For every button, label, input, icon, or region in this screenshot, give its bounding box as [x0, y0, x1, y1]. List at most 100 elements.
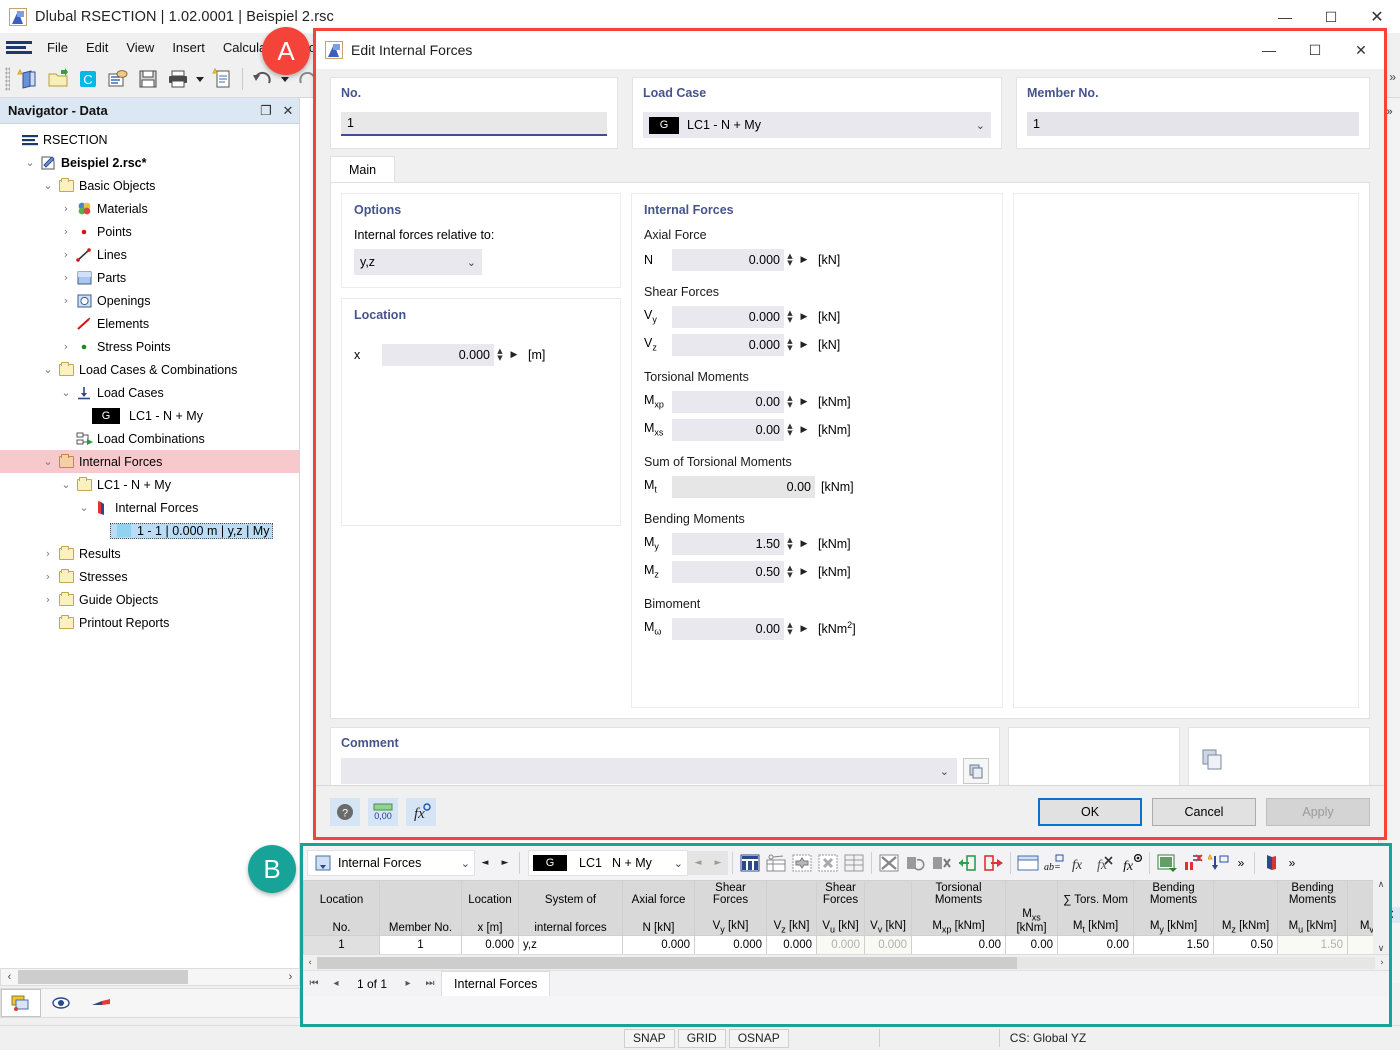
table-next-button[interactable]: ►: [495, 851, 515, 875]
table-column-header[interactable]: Mt [kNm]: [1057, 907, 1134, 937]
tree-item[interactable]: › Results: [0, 542, 299, 565]
spinner-icon[interactable]: ▲ ▼: [494, 344, 506, 366]
tree-item[interactable]: › Points: [0, 220, 299, 243]
tree-item[interactable]: Elements: [0, 312, 299, 335]
play-icon[interactable]: ▶: [796, 425, 812, 435]
table-cell[interactable]: 0.000: [622, 935, 695, 954]
app-close-button[interactable]: ✕: [1354, 0, 1400, 34]
chevron-right-icon[interactable]: ›: [58, 225, 74, 238]
table-cell[interactable]: 0.000: [816, 935, 865, 954]
formula-delete-icon[interactable]: fx: [1093, 850, 1119, 876]
table-cell[interactable]: 1: [379, 935, 462, 954]
tree-item[interactable]: ⌄ Beispiel 2.rsc*: [0, 151, 299, 174]
tree-item[interactable]: › Materials: [0, 197, 299, 220]
cancel-button[interactable]: Cancel: [1152, 797, 1256, 826]
play-icon[interactable]: ▶: [506, 350, 522, 360]
spinner-icon[interactable]: ▲ ▼: [784, 334, 796, 356]
table-cell[interactable]: 0.000: [694, 935, 767, 954]
table-hscrollbar[interactable]: ‹ ›: [303, 954, 1389, 970]
help-icon[interactable]: ?: [330, 797, 360, 826]
table-column-group-header[interactable]: [1005, 880, 1058, 907]
play-icon[interactable]: ▶: [796, 624, 812, 634]
menu-item-view[interactable]: View: [117, 37, 163, 58]
chevron-right-icon[interactable]: ›: [58, 271, 74, 284]
force-field-input[interactable]: 0.00: [672, 418, 784, 441]
play-icon[interactable]: ▶: [796, 340, 812, 350]
tree-item[interactable]: Load Combinations: [0, 427, 299, 450]
table-column-group-header[interactable]: Bending Moments: [1133, 880, 1214, 907]
table-column-group-header[interactable]: Location: [303, 880, 380, 907]
table-column-header[interactable]: Mxs [kNm]: [1005, 907, 1058, 937]
preview-copy-icon[interactable]: [1199, 746, 1227, 774]
table-cell[interactable]: 0.000: [461, 935, 519, 954]
table-column-header[interactable]: Vy [kN]: [694, 907, 767, 937]
chevron-down-icon[interactable]: ⌄: [40, 179, 56, 192]
table-cell[interactable]: 0.50: [1213, 935, 1278, 954]
table-column-header[interactable]: My [kNm]: [1133, 907, 1214, 937]
chevron-down-icon[interactable]: ⌄: [58, 478, 74, 491]
table-column-group-header[interactable]: Axial force: [622, 880, 695, 907]
loadcase-selector[interactable]: G LC1 N + My ⌄: [528, 850, 688, 876]
new-model-icon[interactable]: [13, 64, 43, 94]
spinner-icon[interactable]: ▲ ▼: [784, 306, 796, 328]
play-icon[interactable]: ▶: [796, 539, 812, 549]
table-cell[interactable]: 1.50: [1133, 935, 1214, 954]
table-column-group-header[interactable]: [379, 880, 462, 907]
menu-item-insert[interactable]: Insert: [163, 37, 214, 58]
member-no-input[interactable]: 1: [1027, 112, 1359, 136]
table-grid-icon[interactable]: [841, 850, 867, 876]
table-column-group-header[interactable]: Torsional Moments: [911, 880, 1006, 907]
grid-toggle[interactable]: GRID: [677, 1028, 726, 1048]
table-column-header[interactable]: Vz [kN]: [766, 907, 817, 937]
relative-to-select[interactable]: y,z ⌄: [354, 249, 482, 275]
force-field-input[interactable]: 0.00: [672, 617, 784, 640]
units-icon[interactable]: 0,00: [368, 797, 398, 826]
force-field-input[interactable]: 0.000: [672, 333, 784, 356]
navigator-close-button[interactable]: ✕: [277, 103, 299, 119]
spinner-icon[interactable]: ▲ ▼: [784, 618, 796, 640]
tree-item[interactable]: › Lines: [0, 243, 299, 266]
prev-page-button[interactable]: ◂: [325, 978, 347, 989]
formula-fx-icon[interactable]: fx: [1067, 850, 1093, 876]
show-table-icon[interactable]: [737, 850, 763, 876]
dialog-minimize-button[interactable]: —: [1246, 31, 1292, 69]
table-selector[interactable]: Internal Forces ⌄: [307, 850, 475, 876]
scroll-thumb[interactable]: [317, 956, 1017, 969]
next-page-button[interactable]: ▸: [397, 978, 419, 989]
scroll-up-icon[interactable]: ∧: [1378, 880, 1385, 890]
tree-item[interactable]: ⌄ Basic Objects: [0, 174, 299, 197]
formula-view-icon[interactable]: fx: [1119, 850, 1145, 876]
spinner-icon[interactable]: ▲ ▼: [784, 249, 796, 271]
navigator-undock-button[interactable]: ❐: [255, 103, 277, 119]
table-column-header[interactable]: Vu [kN]: [816, 907, 865, 937]
chevron-down-icon[interactable]: ⌄: [76, 501, 92, 514]
table-column-header[interactable]: Mz [kNm]: [1213, 907, 1278, 937]
table-cell[interactable]: 0.000: [864, 935, 912, 954]
play-icon[interactable]: ▶: [796, 567, 812, 577]
table-column-header[interactable]: Mu [kNm]: [1277, 907, 1348, 937]
force-field-input[interactable]: 1.50: [672, 532, 784, 555]
cloud-c-icon[interactable]: C: [73, 64, 103, 94]
tree-item[interactable]: G LC1 - N + My: [0, 404, 299, 427]
table-cell[interactable]: y,z: [518, 935, 623, 954]
spinner-icon[interactable]: ▲ ▼: [784, 391, 796, 413]
table-column-group-header[interactable]: [1213, 880, 1278, 907]
table-column-header[interactable]: No.: [303, 907, 380, 937]
menu-item-file[interactable]: File: [38, 37, 77, 58]
chevron-down-icon[interactable]: ⌄: [40, 455, 56, 468]
table-column-group-header[interactable]: System of: [518, 880, 623, 907]
toolbar-grip[interactable]: [5, 66, 10, 91]
chevron-right-icon[interactable]: ›: [58, 294, 74, 307]
scroll-right-icon[interactable]: ›: [1375, 958, 1389, 968]
tree-item[interactable]: 1 - 1 | 0.000 m | y,z | My: [0, 519, 299, 542]
navigator-tab-data[interactable]: [1, 989, 41, 1017]
table-tab-internal-forces[interactable]: Internal Forces: [441, 971, 551, 996]
play-icon[interactable]: ▶: [796, 312, 812, 322]
comment-input[interactable]: ⌄: [341, 758, 957, 784]
copy-row-icon[interactable]: [902, 850, 928, 876]
diagram-icon[interactable]: [1259, 850, 1285, 876]
navigator-tab-results[interactable]: [81, 989, 121, 1017]
table-cell[interactable]: 1.50: [1277, 935, 1348, 954]
menu-item-edit[interactable]: Edit: [77, 37, 117, 58]
print-icon[interactable]: [163, 64, 193, 94]
